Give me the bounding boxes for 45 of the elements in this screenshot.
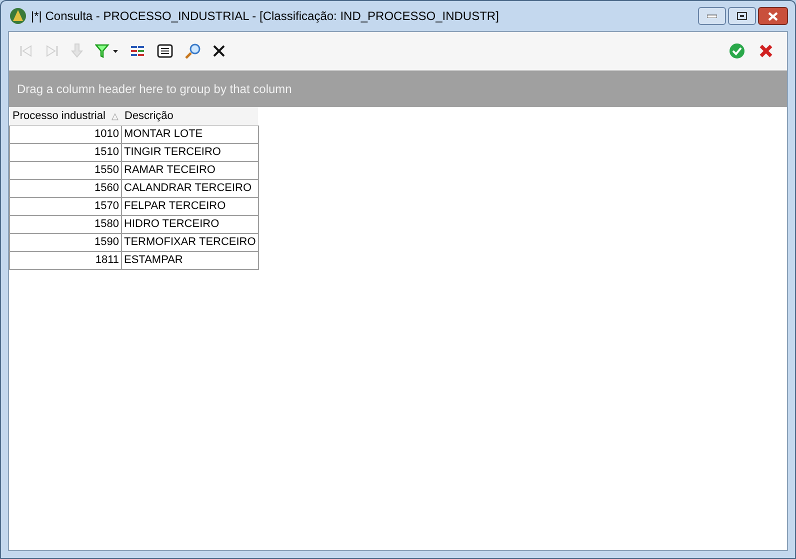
table-cell: RAMAR TECEIRO bbox=[122, 161, 258, 179]
cancel-button[interactable] bbox=[759, 44, 773, 58]
maximize-icon bbox=[737, 12, 747, 20]
check-icon bbox=[729, 43, 745, 59]
check-button[interactable] bbox=[729, 43, 745, 59]
table-cell: 1010 bbox=[10, 125, 122, 143]
table-cell: TINGIR TERCEIRO bbox=[122, 143, 258, 161]
close-icon bbox=[768, 12, 778, 20]
table-cell: MONTAR LOTE bbox=[122, 125, 258, 143]
table-cell: CALANDRAR TERCEIRO bbox=[122, 179, 258, 197]
down-arrow-icon bbox=[71, 43, 83, 59]
minimize-button[interactable] bbox=[698, 7, 726, 25]
first-icon bbox=[19, 44, 33, 58]
app-logo-icon bbox=[9, 7, 27, 25]
cancel-icon bbox=[759, 44, 773, 58]
close-icon bbox=[213, 45, 225, 57]
table-cell: 1570 bbox=[10, 197, 122, 215]
close-button[interactable] bbox=[213, 45, 225, 57]
filter-icon bbox=[95, 44, 119, 58]
table-cell: TERMOFIXAR TERCEIRO bbox=[122, 233, 258, 251]
table-cell: 1580 bbox=[10, 215, 122, 233]
table-cell: 1590 bbox=[10, 233, 122, 251]
table-cell: HIDRO TERCEIRO bbox=[122, 215, 258, 233]
list-button[interactable] bbox=[157, 44, 173, 58]
list-icon bbox=[157, 44, 173, 58]
group-hint: Drag a column header here to group by that column bbox=[17, 81, 292, 98]
columns-button[interactable] bbox=[131, 46, 145, 56]
table-cell: ESTAMPAR bbox=[122, 251, 258, 269]
column-header[interactable]: Descrição bbox=[122, 107, 258, 125]
table-cell: FELPAR TERCEIRO bbox=[122, 197, 258, 215]
table-cell: 1510 bbox=[10, 143, 122, 161]
table-cell: 1811 bbox=[10, 251, 122, 269]
last-icon bbox=[45, 44, 59, 58]
maximize-button[interactable] bbox=[728, 7, 756, 25]
search-button[interactable] bbox=[185, 43, 201, 59]
table-cell: 1560 bbox=[10, 179, 122, 197]
minimize-icon bbox=[707, 14, 717, 18]
window-title: |*| Consulta - PROCESSO_INDUSTRIAL - [Classificação: IND_PROCESSO_INDUSTR] bbox=[31, 8, 499, 25]
sort-indicator: △ bbox=[111, 110, 118, 120]
filter-button[interactable] bbox=[95, 44, 119, 58]
close-button[interactable] bbox=[758, 7, 788, 25]
search-icon bbox=[185, 43, 201, 59]
table-cell: 1550 bbox=[10, 161, 122, 179]
column-header[interactable]: Processo industrial △ bbox=[10, 107, 122, 125]
columns-icon bbox=[131, 46, 145, 56]
